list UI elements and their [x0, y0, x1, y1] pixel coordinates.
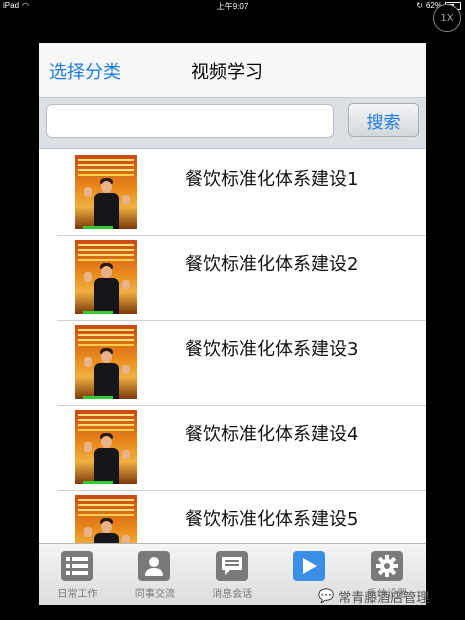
video-list-item[interactable]: 餐饮标准化体系建设2 — [57, 236, 426, 321]
video-list-item[interactable]: 餐饮标准化体系建设1 — [57, 151, 426, 236]
video-title: 餐饮标准化体系建设5 — [185, 509, 359, 530]
tab-list[interactable]: 日常工作 — [39, 544, 116, 605]
search-bar: 搜索 — [39, 98, 426, 149]
list-icon — [61, 551, 93, 581]
video-title: 餐饮标准化体系建设1 — [185, 169, 359, 190]
video-thumbnail — [75, 240, 137, 314]
select-category-button[interactable]: 选择分类 — [49, 58, 121, 84]
app-window: 选择分类 视频学习 搜索 餐饮标准化体系建设1 餐饮标准化体系建设2 餐饮标准化体系… — [39, 43, 426, 605]
tab-label: 同事交流 — [134, 589, 175, 600]
video-title: 餐饮标准化体系建设4 — [185, 424, 359, 445]
gear-icon — [370, 551, 403, 581]
video-title: 餐饮标准化体系建设2 — [185, 254, 359, 275]
watermark-text: 常青藤酒店管理 — [338, 591, 430, 606]
person-icon — [138, 551, 171, 581]
tab-label: 日常工作 — [57, 589, 98, 600]
tab-label: 消息会话 — [212, 589, 253, 600]
search-button[interactable]: 搜索 — [348, 103, 419, 137]
wechat-icon: 💬 — [318, 589, 335, 604]
video-list-item[interactable]: 餐饮标准化体系建设5 — [57, 491, 426, 543]
lock-rotation-icon: ↻ — [416, 1, 423, 10]
tab-person[interactable]: 同事交流 — [116, 544, 193, 605]
page-title: 视频学习 — [191, 62, 263, 83]
video-thumbnail — [75, 325, 137, 399]
zoom-badge[interactable]: 1X — [433, 4, 461, 32]
video-list: 餐饮标准化体系建设1 餐饮标准化体系建设2 餐饮标准化体系建设3 餐饮标准化体系建设4… — [39, 151, 426, 543]
chat-icon — [215, 551, 248, 581]
video-list-item[interactable]: 餐饮标准化体系建设3 — [57, 321, 426, 406]
play-icon — [293, 551, 326, 581]
search-input[interactable] — [46, 104, 334, 138]
video-thumbnail — [75, 410, 137, 484]
video-list-item[interactable]: 餐饮标准化体系建设4 — [57, 406, 426, 491]
video-title: 餐饮标准化体系建设3 — [185, 339, 359, 360]
tab-chat[interactable]: 消息会话 — [194, 544, 271, 605]
video-thumbnail — [75, 495, 137, 543]
nav-bar: 选择分类 视频学习 — [39, 43, 426, 98]
video-thumbnail — [75, 155, 137, 229]
clock: 上午9:07 — [216, 2, 249, 11]
status-bar: iPad ◠ 上午9:07 ↻ 62% — [0, 0, 465, 12]
watermark: 💬 常青藤酒店管理 — [318, 587, 429, 606]
